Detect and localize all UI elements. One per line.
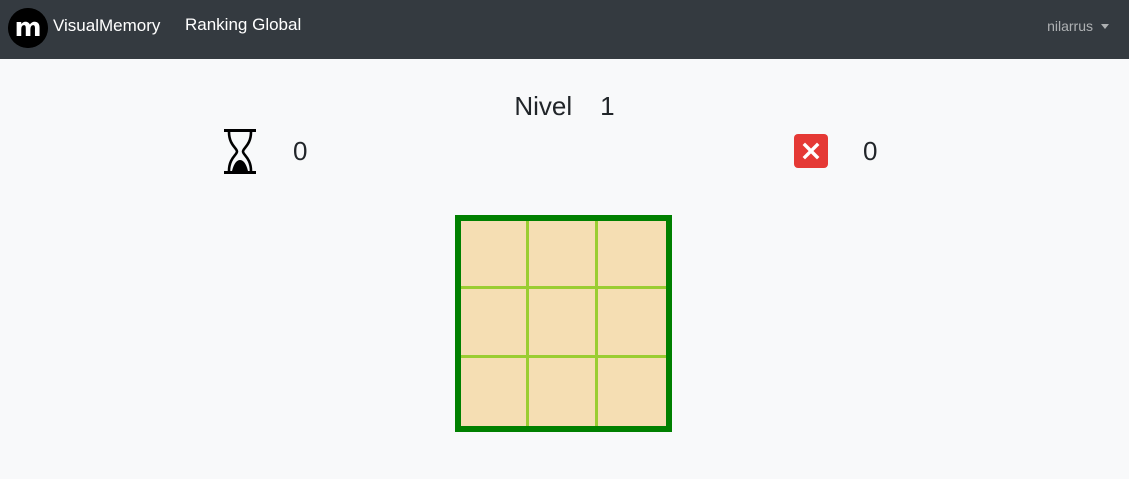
errors-value: 0 — [863, 135, 878, 166]
memory-grid — [455, 215, 672, 432]
brand-name: VisualMemory — [53, 16, 161, 35]
navbar: m VisualMemory Ranking Global nilarrus — [0, 0, 1129, 59]
logo-icon: m — [8, 8, 48, 48]
level-label: Nivel — [514, 91, 573, 121]
hourglass-icon — [224, 129, 256, 174]
caret-down-icon — [1101, 23, 1109, 29]
errors-stat: 0 — [794, 134, 877, 168]
user-dropdown[interactable]: nilarrus — [1047, 18, 1109, 34]
level-value: 1 — [600, 91, 615, 121]
grid-cell[interactable] — [461, 221, 530, 290]
level-indicator: Nivel 1 — [0, 91, 1129, 121]
grid-cell[interactable] — [597, 289, 666, 358]
close-icon — [794, 134, 828, 168]
grid-cell[interactable] — [529, 289, 598, 358]
grid-cell[interactable] — [529, 357, 598, 426]
time-stat: 0 — [224, 129, 307, 174]
grid-cell[interactable] — [529, 221, 598, 290]
nav-link-ranking-global[interactable]: Ranking Global — [185, 15, 301, 35]
user-name: nilarrus — [1047, 18, 1093, 34]
svg-text:m: m — [14, 13, 41, 43]
time-value: 0 — [293, 136, 308, 166]
grid-cell[interactable] — [597, 221, 666, 290]
grid-cell[interactable] — [461, 289, 530, 358]
grid-cell[interactable] — [598, 358, 666, 426]
brand-link[interactable]: m VisualMemory — [8, 8, 160, 48]
grid-cell[interactable] — [461, 357, 530, 426]
